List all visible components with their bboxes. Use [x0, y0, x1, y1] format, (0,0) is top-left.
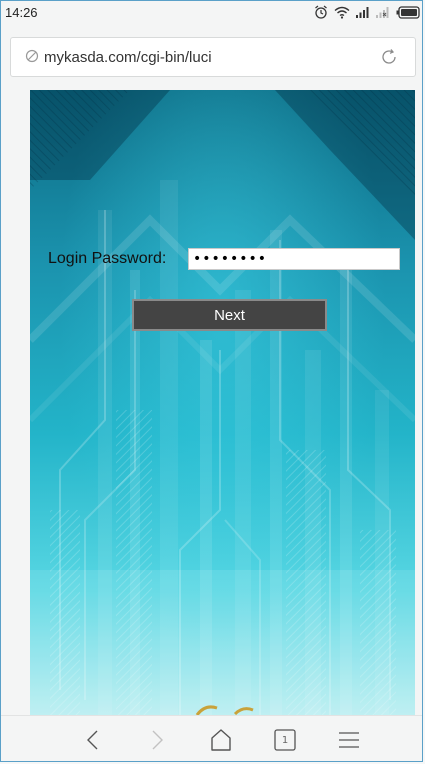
status-bar: 14:26	[1, 1, 422, 23]
wifi-icon	[334, 6, 350, 19]
battery-icon	[396, 5, 420, 19]
tabs-button[interactable]: 1	[271, 726, 299, 754]
chevron-right-icon	[152, 730, 163, 750]
chevron-left-icon	[87, 730, 98, 750]
status-time: 14:26	[5, 5, 38, 20]
reload-icon[interactable]	[379, 47, 399, 72]
status-icons	[314, 4, 420, 20]
logo-fragment	[195, 705, 254, 715]
home-icon	[211, 729, 231, 751]
circuit-background	[30, 90, 415, 715]
browser-nav-bar: 1	[1, 715, 422, 761]
url-text[interactable]: mykasda.com/cgi-bin/luci	[44, 49, 212, 66]
back-button[interactable]	[79, 726, 107, 754]
login-page: Login Password: Next	[30, 90, 415, 715]
hamburger-menu-icon	[339, 732, 359, 748]
menu-button[interactable]	[335, 726, 363, 754]
login-password-label: Login Password:	[48, 250, 167, 267]
tab-count: 1	[281, 734, 289, 746]
home-button[interactable]	[207, 726, 235, 754]
alarm-icon	[314, 5, 328, 19]
signal-no-sim-icon	[376, 6, 390, 18]
next-button[interactable]: Next	[132, 299, 327, 331]
signal-icon	[356, 6, 370, 18]
password-input[interactable]	[188, 248, 400, 270]
forward-button[interactable]	[143, 726, 171, 754]
phone-screen: 14:26 mykasda.com/cgi-bin/luci Login Pas…	[0, 0, 423, 762]
link-icon	[25, 49, 39, 68]
address-bar[interactable]: mykasda.com/cgi-bin/luci	[10, 37, 416, 77]
